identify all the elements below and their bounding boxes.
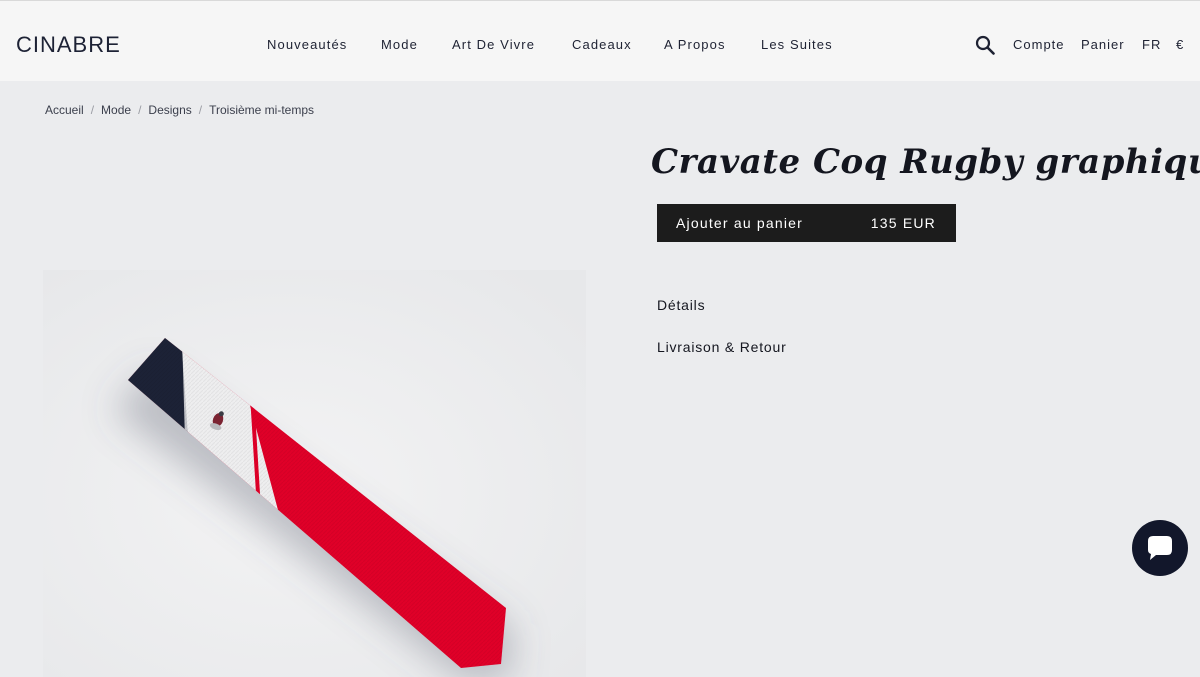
- nav-item-nouveautes[interactable]: Nouveautés: [267, 37, 347, 52]
- product-title: Cravate Coq Rugby graphique: [651, 142, 1200, 182]
- nav-item-les-suites[interactable]: Les Suites: [761, 37, 833, 52]
- chat-button[interactable]: [1132, 520, 1188, 576]
- breadcrumb-item-accueil[interactable]: Accueil: [45, 103, 84, 117]
- nav-item-art-de-vivre[interactable]: Art De Vivre: [452, 37, 535, 52]
- brand-logo[interactable]: CINABRE: [16, 32, 121, 58]
- details-accordion[interactable]: Détails: [657, 297, 705, 313]
- product-price: 135 EUR: [870, 215, 936, 231]
- breadcrumb: Accueil / Mode / Designs / Troisième mi-temps: [45, 103, 314, 117]
- language-selector[interactable]: FR: [1142, 37, 1161, 52]
- currency-selector[interactable]: €: [1176, 37, 1184, 52]
- nav-item-mode[interactable]: Mode: [381, 37, 418, 52]
- breadcrumb-separator: /: [198, 103, 203, 117]
- shipping-returns-accordion[interactable]: Livraison & Retour: [657, 339, 787, 355]
- breadcrumb-separator: /: [90, 103, 95, 117]
- top-navigation-bar: CINABRE Nouveautés Mode Art De Vivre Cad…: [0, 0, 1200, 81]
- add-to-cart-button[interactable]: Ajouter au panier 135 EUR: [657, 204, 956, 242]
- product-image[interactable]: [43, 270, 586, 677]
- breadcrumb-separator: /: [138, 103, 142, 117]
- nav-item-a-propos[interactable]: A Propos: [664, 37, 726, 52]
- add-to-cart-label: Ajouter au panier: [676, 215, 804, 231]
- nav-item-cadeaux[interactable]: Cadeaux: [572, 37, 632, 52]
- breadcrumb-item-current[interactable]: Troisième mi-temps: [209, 103, 314, 117]
- breadcrumb-item-designs[interactable]: Designs: [148, 103, 191, 117]
- chat-bubble-icon: [1148, 536, 1172, 560]
- account-link[interactable]: Compte: [1013, 37, 1065, 52]
- tie-image: [43, 270, 586, 677]
- search-icon[interactable]: [975, 35, 995, 55]
- cart-link[interactable]: Panier: [1081, 37, 1125, 52]
- breadcrumb-item-mode[interactable]: Mode: [101, 103, 131, 117]
